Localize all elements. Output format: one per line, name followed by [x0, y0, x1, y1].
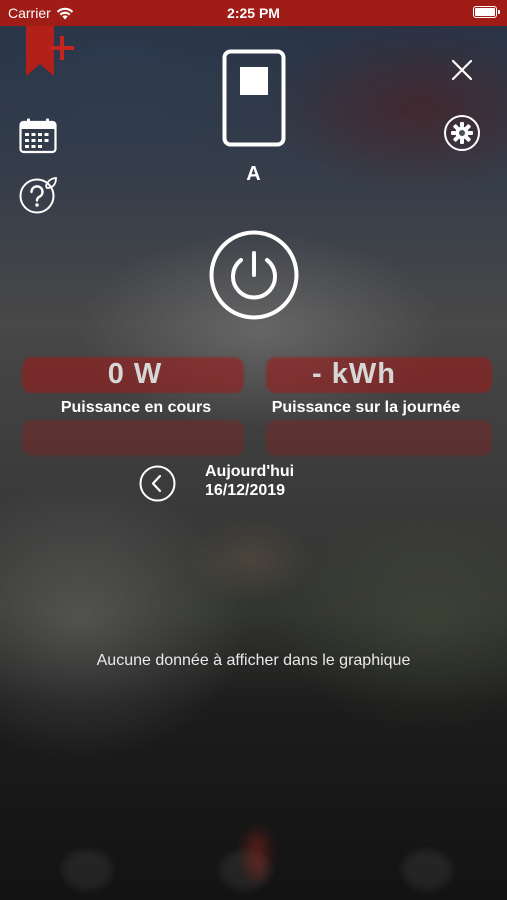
calendar-icon: [19, 118, 57, 154]
daily-power-label: Puissance sur la journée: [271, 399, 461, 416]
chevron-left-icon: [139, 465, 176, 502]
close-button[interactable]: [448, 56, 476, 84]
status-bar: Carrier 2:25 PM: [0, 0, 507, 26]
close-icon: [451, 59, 473, 81]
current-power-label: Puissance en cours: [60, 399, 212, 416]
switch-device-icon: [222, 49, 286, 147]
calendar-button[interactable]: [18, 117, 58, 155]
metric-bar-daily-lower: [266, 420, 492, 456]
daily-power-value: - kWh: [312, 358, 396, 390]
settings-button[interactable]: [443, 114, 481, 152]
tab-accent: [246, 832, 268, 878]
chart-empty-message: Aucune donnée à afficher dans le graphiq…: [96, 652, 411, 669]
tab-item: [62, 850, 112, 890]
date-display: Aujourd'hui 16/12/2019: [205, 462, 294, 500]
status-time: 2:25 PM: [227, 5, 280, 21]
power-icon: [209, 230, 299, 320]
battery-icon: [473, 6, 500, 18]
device-name: A: [246, 163, 261, 185]
metric-bar-current-lower: [22, 420, 244, 456]
date-relative-label: Aujourd'hui: [205, 463, 295, 480]
bookmark-add-icon[interactable]: [26, 24, 76, 82]
tab-bar: [0, 820, 507, 900]
gear-icon: [444, 115, 480, 151]
previous-day-button[interactable]: [139, 465, 176, 502]
date-value: 16/12/2019: [205, 482, 286, 499]
tab-item: [402, 850, 452, 890]
current-power-value: 0 W: [107, 358, 163, 390]
power-button[interactable]: [208, 229, 300, 321]
battery-fill: [475, 8, 495, 16]
